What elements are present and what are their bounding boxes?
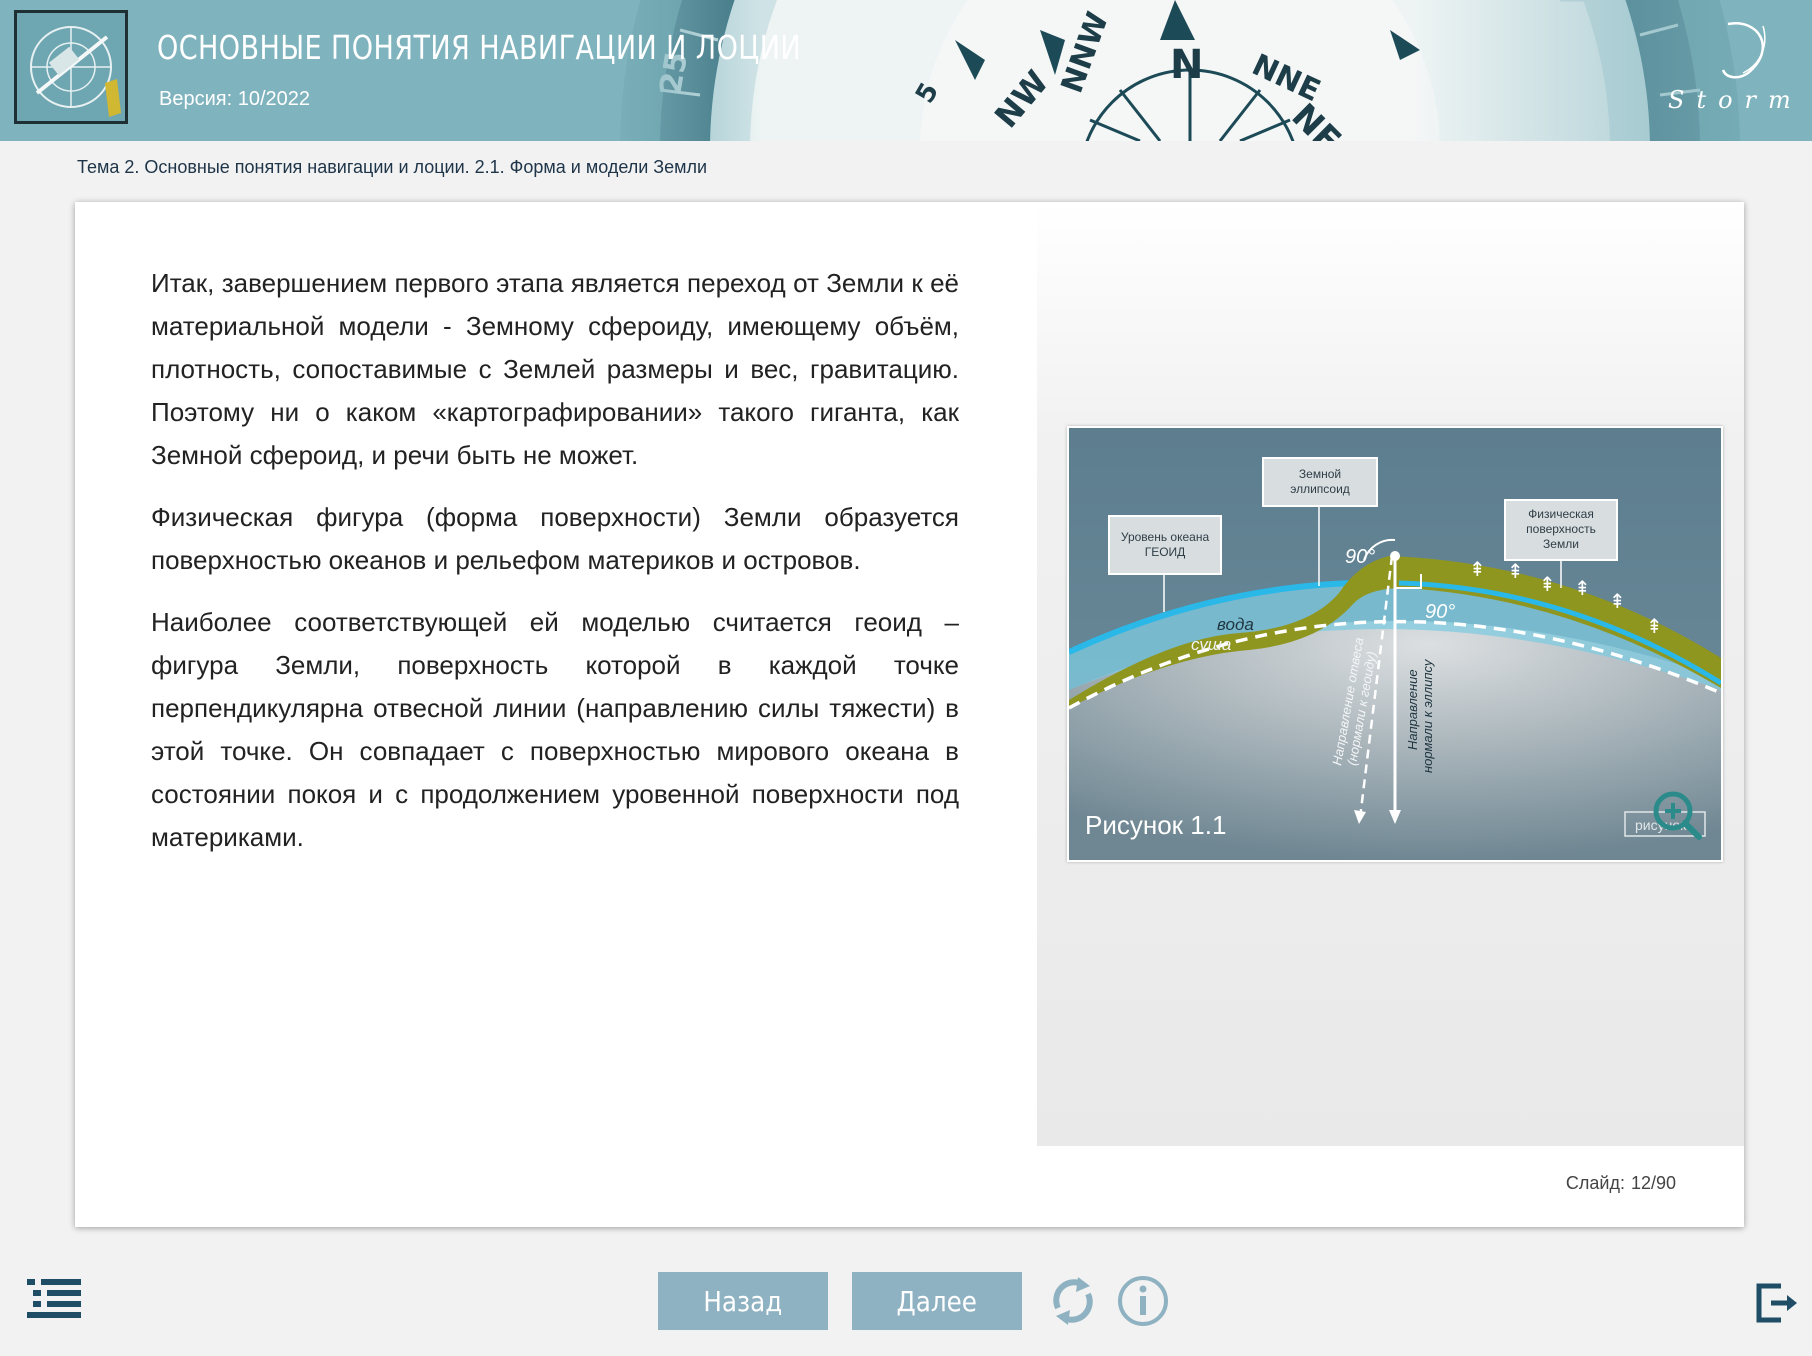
back-button[interactable]: Назад	[658, 1272, 828, 1330]
table-of-contents-icon[interactable]	[27, 1279, 81, 1319]
svg-text:⇞: ⇞	[1574, 576, 1591, 600]
label-normal-1: Направление	[1405, 669, 1420, 750]
svg-text:⇞: ⇞	[1469, 557, 1486, 581]
figure-panel: ⇞ ⇞ ⇞ ⇞ ⇞ ⇞ Земной эллипсоид Уровень оке…	[1037, 202, 1744, 1146]
paragraph-3: Наиболее соответствующей ей моделью счит…	[151, 607, 959, 852]
label-surface-2: поверхность	[1526, 522, 1596, 536]
next-button[interactable]: Далее	[852, 1272, 1022, 1330]
paragraph-1: Итак, завершением первого этапа является…	[151, 268, 959, 470]
slide-counter: Слайд: 12/90	[1560, 1173, 1676, 1194]
label-land: суша	[1191, 635, 1231, 654]
label-ellipsoid-2: эллипсоид	[1290, 482, 1350, 496]
breadcrumb: Тема 2. Основные понятия навигации и лоц…	[77, 157, 708, 177]
reload-icon[interactable]	[1046, 1274, 1100, 1328]
info-icon[interactable]	[1116, 1274, 1170, 1328]
slide-card: Итак, завершением первого этапа является…	[75, 202, 1744, 1227]
label-ellipsoid-1: Земной	[1299, 467, 1341, 481]
svg-text:⇞: ⇞	[1609, 589, 1626, 613]
label-normal-2: нормали к эллипсу	[1420, 658, 1435, 773]
svg-text:Storm: Storm	[1668, 86, 1798, 114]
compass-rose-banner: N NNE NE NNW NW 5 25	[0, 0, 1812, 141]
back-button-label: Назад	[703, 1284, 783, 1318]
label-geoid-1: Уровень океана	[1121, 530, 1210, 544]
label-angle-2: 90°	[1425, 601, 1455, 623]
geoid-diagram: ⇞ ⇞ ⇞ ⇞ ⇞ ⇞ Земной эллипсоид Уровень океана…	[1067, 428, 1723, 860]
label-surface-3: Земли	[1543, 537, 1579, 551]
course-logo-thumbnail	[14, 10, 128, 124]
storm-brand-logo: Storm	[1668, 21, 1798, 114]
sextant-icon	[17, 13, 125, 121]
slide-text: Итак, завершением первого этапа является…	[151, 262, 959, 878]
label-angle-1: 90°	[1345, 546, 1375, 568]
figure-caption: Рисунок 1.1	[1085, 810, 1226, 840]
svg-text:⇞: ⇞	[1539, 572, 1556, 596]
label-water: вода	[1217, 615, 1254, 634]
svg-text:⇞: ⇞	[1507, 559, 1524, 583]
next-button-label: Далее	[896, 1284, 978, 1318]
label-surface-1: Физическая	[1528, 507, 1594, 521]
slide-counter-label: Слайд:	[1565, 1173, 1625, 1193]
paragraph-2: Физическая фигура (форма поверхности) Зе…	[151, 502, 959, 575]
label-geoid-2: ГЕОИД	[1145, 545, 1186, 559]
svg-text:⇞: ⇞	[1646, 614, 1663, 638]
header-banner: N NNE NE NNW NW 5 25	[0, 0, 1812, 141]
slide-counter-value: 12/90	[1630, 1173, 1676, 1193]
exit-icon[interactable]	[1755, 1280, 1799, 1324]
course-title: ОСНОВНЫЕ ПОНЯТИЯ НАВИГАЦИИ И ЛОЦИИ	[157, 28, 802, 67]
course-version: Версия: 10/2022	[159, 88, 310, 110]
figure-earth-models[interactable]: ⇞ ⇞ ⇞ ⇞ ⇞ ⇞ Земной эллипсоид Уровень оке…	[1067, 426, 1723, 862]
